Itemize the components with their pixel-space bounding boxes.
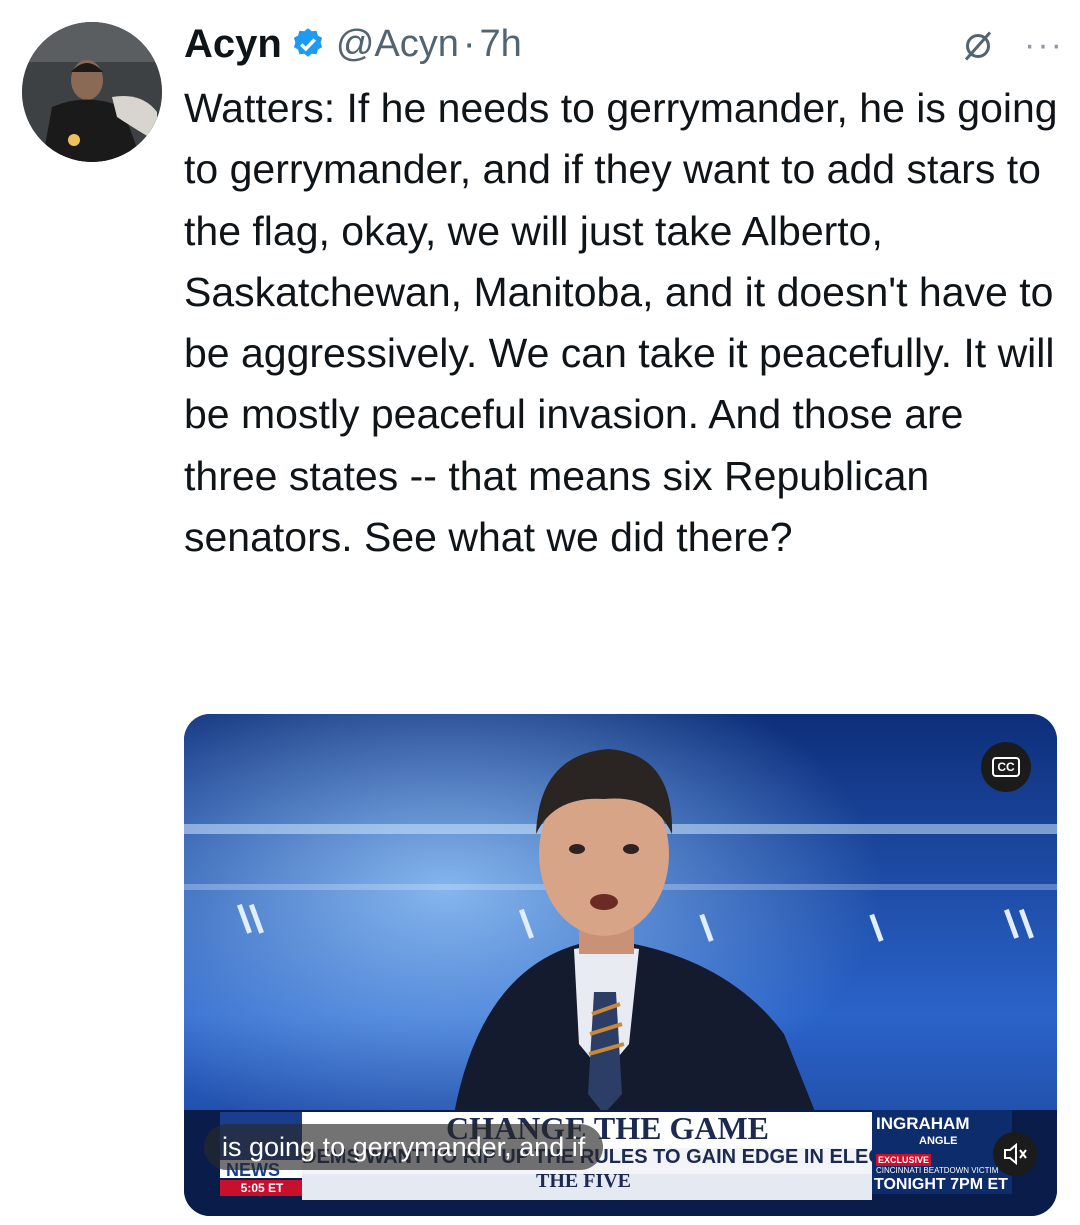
grok-icon[interactable]	[960, 28, 996, 64]
mute-button[interactable]	[993, 1132, 1037, 1176]
cc-icon: CC	[992, 757, 1020, 777]
timestamp[interactable]: 7h	[480, 23, 522, 66]
promo-exclusive: EXCLUSIVE	[876, 1154, 932, 1166]
video-caption: is going to gerrymander, and if	[204, 1124, 604, 1170]
verified-badge-icon	[293, 28, 322, 57]
video-player[interactable]: 5:05 ET CHANGE THE GAME DEMS WANT TO RIP…	[184, 714, 1057, 1216]
promo-line: CINCINNATI BEATDOWN VICTIM	[876, 1166, 999, 1175]
volume-muted-icon	[1004, 1142, 1027, 1166]
time-badge: 5:05 ET	[222, 1180, 302, 1196]
more-options-icon[interactable]: ···	[1024, 26, 1064, 65]
promo-tonight: TONIGHT 7PM ET	[874, 1176, 1008, 1193]
avatar-photo	[22, 22, 162, 162]
show-name: THE FIVE	[536, 1170, 632, 1192]
separator-dot: ·	[462, 22, 476, 65]
closed-captions-button[interactable]: CC	[981, 742, 1031, 792]
tweet-header: Acyn @Acyn · 7h	[184, 14, 1050, 74]
tweet-text: Watters: If he needs to gerrymander, he …	[184, 85, 1070, 561]
promo-sub: ANGLE	[919, 1135, 958, 1147]
promo-title: INGRAHAM	[876, 1114, 970, 1133]
author-handle[interactable]: @Acyn	[336, 23, 459, 66]
author-name[interactable]: Acyn	[184, 22, 282, 67]
avatar[interactable]	[22, 22, 162, 162]
